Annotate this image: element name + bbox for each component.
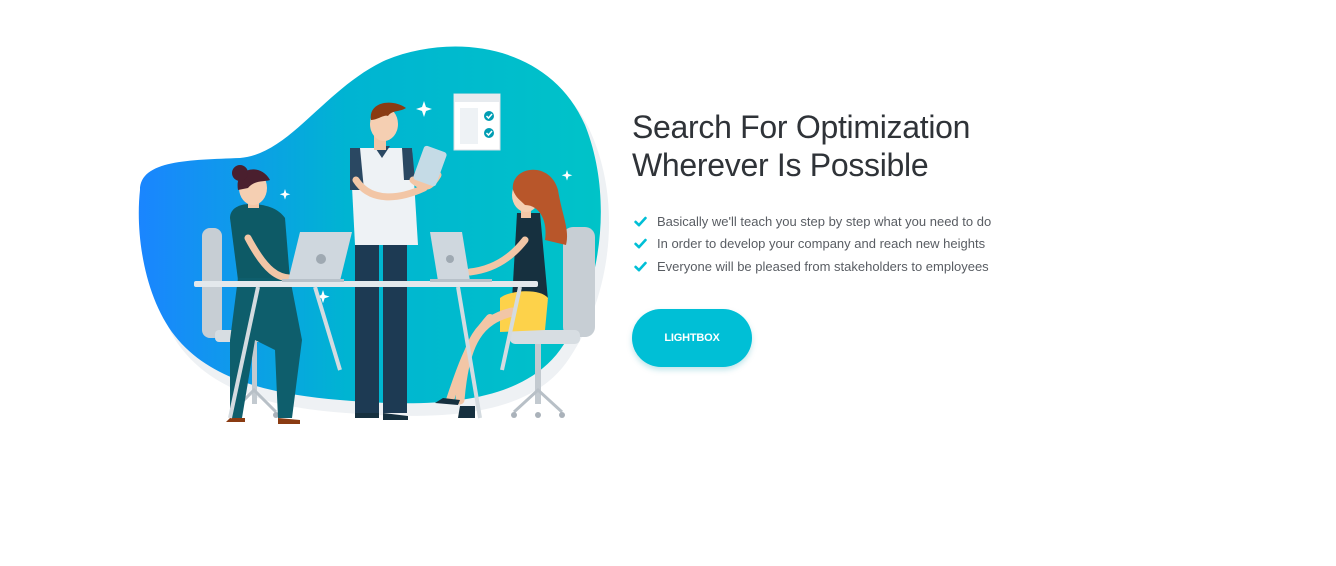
team-illustration [130,40,610,425]
page-title: Search For Optimization Wherever Is Poss… [632,108,1052,184]
title-line-1: Search For Optimization [632,109,971,145]
team-meeting-illustration-icon [138,46,610,424]
feature-text: In order to develop your company and rea… [657,236,986,252]
hero-content: Search For Optimization Wherever Is Poss… [632,108,1052,367]
feature-text: Everyone will be pleased from stakeholde… [657,258,989,274]
list-item: Basically we'll teach you step by step w… [632,210,1052,233]
check-icon [634,216,647,227]
title-line-2: Wherever Is Possible [632,147,929,183]
checklist-icon [453,93,501,151]
lightbox-button[interactable]: LIGHTBOX [632,308,752,367]
feature-list: Basically we'll teach you step by step w… [632,210,1052,278]
check-icon [634,261,647,272]
feature-text: Basically we'll teach you step by step w… [657,213,992,229]
check-icon [634,238,647,249]
list-item: Everyone will be pleased from stakeholde… [632,255,1052,278]
list-item: In order to develop your company and rea… [632,233,1052,256]
